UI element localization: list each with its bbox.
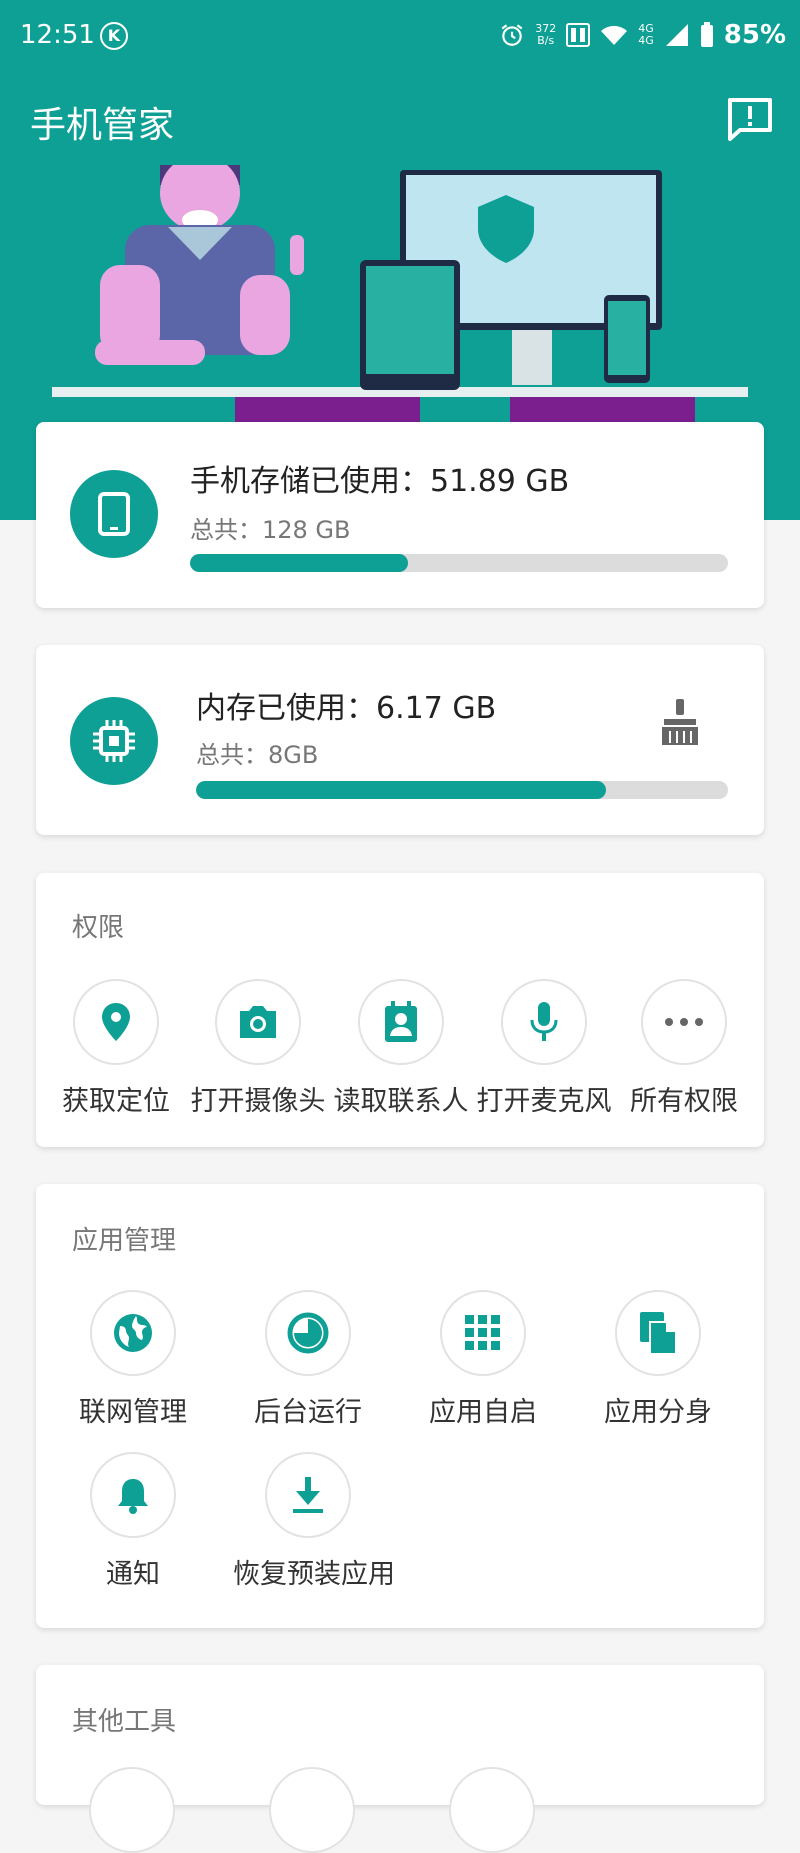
permission-all-label: 所有权限 — [630, 1086, 738, 1117]
mic-icon — [530, 1002, 558, 1041]
status-time: 12:51 — [20, 20, 95, 50]
app-autostart-label: 应用自启 — [429, 1397, 537, 1428]
net-speed: 372 B/s — [535, 23, 556, 47]
more-icon — [665, 1018, 703, 1026]
permission-contacts-ring — [358, 979, 444, 1065]
wifi-icon — [601, 25, 628, 45]
app-management-title: 应用管理 — [72, 1226, 177, 1256]
contact-icon — [385, 1001, 417, 1042]
pie-icon — [287, 1312, 329, 1354]
network-type-2: 4G — [638, 34, 654, 47]
app-background-running[interactable]: 后台运行 — [233, 1290, 383, 1429]
memory-icon-circle — [70, 697, 158, 785]
feedback-button[interactable] — [726, 96, 774, 142]
chip-icon — [93, 720, 135, 762]
phone-icon — [98, 492, 130, 536]
battery-icon — [700, 22, 713, 47]
app-restore-preinstalled[interactable]: 恢复预装应用 — [233, 1452, 395, 1591]
app-network-label: 联网管理 — [79, 1397, 187, 1428]
app-autostart[interactable]: 应用自启 — [408, 1290, 558, 1429]
storage-progress-fill — [190, 554, 408, 572]
permissions-card: 权限 获取定位 打开摄像头 读取联系人 打开麦克风 所有权限 — [36, 873, 764, 1147]
permission-camera-ring — [215, 979, 301, 1065]
permission-microphone[interactable]: 打开麦克风 — [469, 979, 619, 1118]
storage-progress-bar — [190, 554, 728, 572]
permission-all-ring — [641, 979, 727, 1065]
clean-memory-button[interactable] — [658, 697, 702, 747]
status-bar: 12:51 K 372 B/s 4G 4G 85% — [0, 0, 800, 74]
permission-microphone-ring — [501, 979, 587, 1065]
app-management-card: 应用管理 联网管理 后台运行 应用自启 应用分身 通知 恢复预装应用 — [36, 1184, 764, 1628]
hd-icon — [566, 23, 591, 47]
other-tools-card: 其他工具 — [36, 1665, 764, 1853]
app-background-ring — [265, 1290, 351, 1376]
other-tool-ring-3[interactable] — [449, 1767, 535, 1853]
memory-card[interactable]: 内存已使用：6.17 GB 总共：8GB — [36, 645, 764, 835]
memory-progress-bar — [196, 781, 728, 799]
permission-microphone-label: 打开麦克风 — [476, 1086, 612, 1117]
memory-total: 总共：8GB — [196, 741, 319, 769]
location-icon — [102, 1003, 130, 1041]
storage-icon-circle — [70, 470, 158, 558]
feedback-icon — [728, 98, 772, 141]
storage-total: 总共：128 GB — [190, 516, 351, 544]
permission-camera-label: 打开摄像头 — [190, 1086, 326, 1117]
app-autostart-ring — [440, 1290, 526, 1376]
bell-icon — [118, 1479, 148, 1514]
other-tools-title: 其他工具 — [72, 1707, 177, 1737]
permission-contacts-label: 读取联系人 — [333, 1086, 469, 1117]
app-network-management[interactable]: 联网管理 — [58, 1290, 208, 1429]
permission-all[interactable]: 所有权限 — [624, 979, 744, 1118]
download-icon — [293, 1477, 323, 1513]
app-background-label: 后台运行 — [254, 1397, 362, 1428]
permission-camera[interactable]: 打开摄像头 — [183, 979, 333, 1118]
storage-used: 手机存储已使用：51.89 GB — [190, 464, 570, 499]
app-clone[interactable]: 应用分身 — [583, 1290, 733, 1429]
k-badge-icon: K — [100, 22, 128, 50]
network-type: 4G 4G — [638, 23, 654, 47]
globe-icon — [114, 1314, 152, 1352]
copy-icon — [640, 1312, 677, 1355]
page-title: 手机管家 — [30, 105, 175, 146]
battery-level: 85% — [723, 20, 786, 50]
app-notifications[interactable]: 通知 — [58, 1452, 208, 1591]
header-illustration — [52, 165, 748, 425]
permission-location[interactable]: 获取定位 — [56, 979, 176, 1118]
net-speed-unit: B/s — [537, 34, 555, 47]
memory-used: 内存已使用：6.17 GB — [196, 691, 497, 726]
signal-icon — [665, 24, 688, 46]
permission-location-ring — [73, 979, 159, 1065]
permission-location-label: 获取定位 — [62, 1086, 170, 1117]
apps-grid-icon — [465, 1315, 500, 1350]
permission-contacts[interactable]: 读取联系人 — [326, 979, 476, 1118]
app-notifications-ring — [90, 1452, 176, 1538]
permissions-title: 权限 — [72, 913, 125, 943]
app-notifications-label: 通知 — [106, 1559, 160, 1590]
other-tool-ring-1[interactable] — [89, 1767, 175, 1853]
app-clone-label: 应用分身 — [604, 1397, 712, 1428]
app-restore-ring — [265, 1452, 351, 1538]
app-network-ring — [90, 1290, 176, 1376]
app-clone-ring — [615, 1290, 701, 1376]
app-restore-label: 恢复预装应用 — [233, 1559, 395, 1590]
other-tool-ring-2[interactable] — [269, 1767, 355, 1853]
alarm-icon — [501, 24, 523, 46]
camera-icon — [240, 1006, 276, 1038]
broom-icon — [662, 699, 698, 745]
storage-card[interactable]: 手机存储已使用：51.89 GB 总共：128 GB — [36, 422, 764, 608]
memory-progress-fill — [196, 781, 607, 799]
